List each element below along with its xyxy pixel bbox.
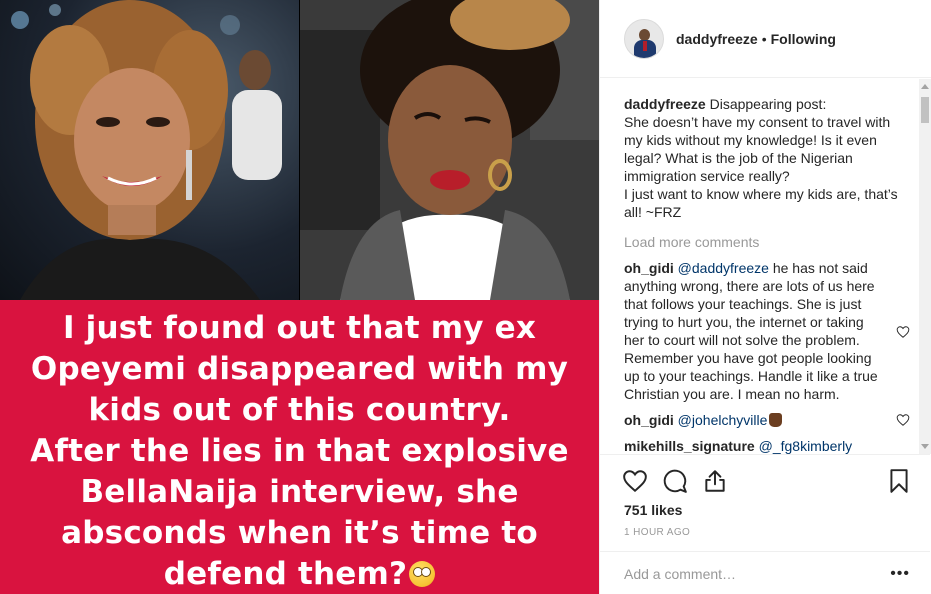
post-actions: 751 likes 1 HOUR AGO •••: [600, 454, 930, 594]
caption-line: After the lies in that explosive: [30, 433, 569, 469]
woman-portrait-left: [11, 0, 282, 300]
like-comment-heart-icon[interactable]: [896, 413, 910, 427]
caption-line-last: defend them?: [5, 554, 595, 594]
comment-mention[interactable]: @_fg8kimberly: [759, 438, 853, 454]
comment-item: oh_gidi @daddyfreeze he has not said any…: [624, 259, 910, 403]
more-options-button[interactable]: •••: [890, 565, 910, 583]
caption-line: BellaNaija interview, she: [80, 474, 519, 510]
action-icons: [622, 468, 728, 494]
header-separator: •: [761, 30, 767, 47]
comment-username[interactable]: oh_gidi: [624, 412, 674, 428]
post-timestamp[interactable]: 1 HOUR AGO: [624, 527, 690, 538]
post-header: daddyfreeze • Following: [600, 0, 931, 78]
post-side-panel: daddyfreeze • Following daddyfreeze Disa…: [599, 0, 931, 594]
caption-line: Disappearing post:: [709, 96, 827, 112]
caption-line: Opeyemi disappeared with my: [30, 351, 569, 387]
scroll-thumb[interactable]: [921, 97, 929, 123]
caption-line: absconds when it’s time to: [61, 515, 538, 551]
scroll-down-arrow-icon[interactable]: [921, 444, 929, 449]
caption-line: kids out of this country.: [88, 392, 511, 428]
share-upload-icon[interactable]: [702, 468, 728, 494]
post-media[interactable]: I just found out that my ex Opeyemi disa…: [0, 0, 599, 594]
photo-left: [0, 0, 299, 300]
header-username[interactable]: daddyfreeze: [676, 31, 758, 47]
comment-username[interactable]: mikehills_signature: [624, 438, 755, 454]
avatar[interactable]: [624, 18, 664, 59]
comment-bubble-icon[interactable]: [662, 468, 688, 494]
add-comment-input[interactable]: [624, 564, 864, 584]
caption-username[interactable]: daddyfreeze: [624, 96, 706, 112]
likes-count[interactable]: 751 likes: [624, 502, 682, 518]
comment-username[interactable]: oh_gidi: [624, 260, 674, 276]
like-heart-icon[interactable]: [622, 468, 648, 494]
rolling-eyes-emoji-icon: [409, 561, 436, 587]
caption-panel: I just found out that my ex Opeyemi disa…: [0, 300, 599, 594]
caption-line: I just want to know where my kids are, t…: [624, 186, 898, 220]
comment-text: he has not said anything wrong, there ar…: [624, 260, 878, 402]
comments-scrollbar[interactable]: [919, 79, 931, 454]
clapping-hand-emoji-icon: [769, 413, 783, 427]
scroll-up-arrow-icon[interactable]: [921, 84, 929, 89]
woman-selfie-right: [300, 0, 599, 300]
bookmark-icon[interactable]: [886, 468, 912, 494]
caption-line: defend them?: [163, 556, 408, 592]
comment-mention[interactable]: @johelchyville: [678, 412, 768, 428]
add-comment-bar: •••: [600, 551, 930, 594]
comment-item: oh_gidi @johelchyville: [624, 411, 910, 429]
caption-line: I just found out that my ex: [62, 310, 537, 346]
load-more-comments-button[interactable]: Load more comments: [624, 233, 910, 251]
caption-line: She doesn’t have my consent to travel wi…: [624, 114, 891, 184]
photo-right: [300, 0, 599, 300]
comments-list[interactable]: daddyfreeze Disappearing post: She doesn…: [600, 79, 930, 454]
following-button[interactable]: Following: [771, 31, 836, 47]
post-caption: daddyfreeze Disappearing post: She doesn…: [624, 95, 910, 221]
comment-item: mikehills_signature @_fg8kimberly: [624, 437, 910, 454]
caption-text: I just found out that my ex Opeyemi disa…: [5, 308, 595, 594]
comment-mention[interactable]: @daddyfreeze: [678, 260, 769, 276]
like-comment-heart-icon[interactable]: [896, 325, 910, 339]
